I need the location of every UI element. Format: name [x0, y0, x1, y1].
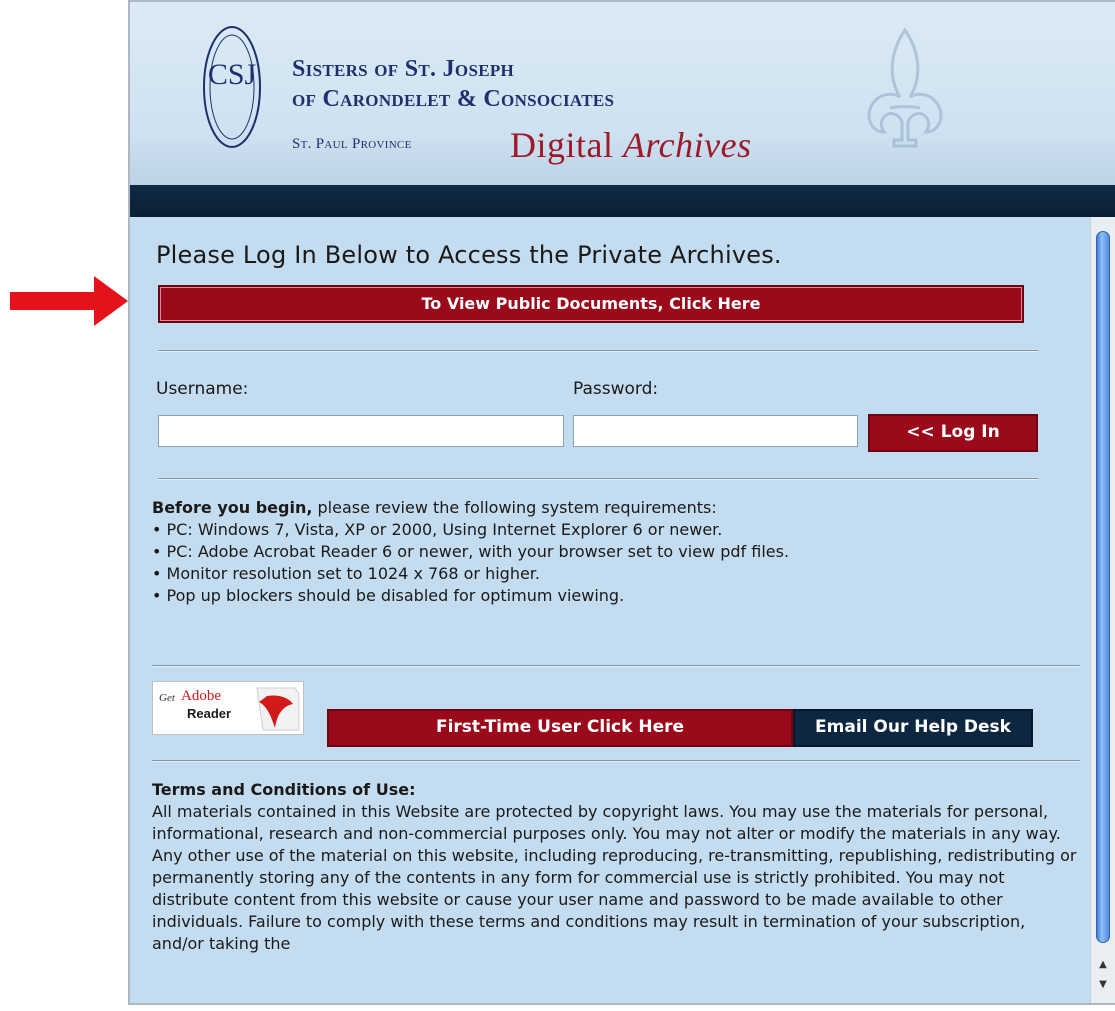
requirements-intro-bold: Before you begin,	[152, 498, 313, 517]
site-title: Digital Archives	[510, 124, 752, 166]
requirement-item: • Monitor resolution set to 1024 x 768 o…	[152, 564, 540, 583]
logo-letters: CSJ	[208, 58, 257, 91]
site-title-digital: Digital	[510, 125, 614, 165]
org-name-line1: Sisters of St. Joseph	[292, 56, 515, 82]
email-help-desk-button[interactable]: Email Our Help Desk	[793, 709, 1033, 747]
site-title-archives: Archives	[622, 125, 752, 165]
log-in-button[interactable]: << Log In	[868, 414, 1038, 452]
page-heading: Please Log In Below to Access the Privat…	[156, 241, 782, 269]
requirement-item: • PC: Windows 7, Vista, XP or 2000, Usin…	[152, 520, 723, 539]
requirements-intro-text: please review the following system requi…	[312, 498, 717, 517]
divider	[158, 350, 1038, 352]
requirement-item: • PC: Adobe Acrobat Reader 6 or newer, w…	[152, 542, 790, 561]
password-input[interactable]	[573, 415, 858, 447]
password-label: Password:	[573, 379, 659, 399]
get-adobe-reader-badge[interactable]: Get Adobe Reader	[152, 681, 304, 735]
vertical-scrollbar[interactable]: ▲ ▼	[1090, 217, 1115, 1003]
terms-title: Terms and Conditions of Use:	[152, 780, 416, 799]
view-public-documents-button[interactable]: To View Public Documents, Click Here	[158, 285, 1024, 323]
system-requirements: Before you begin, please review the foll…	[152, 497, 1072, 607]
terms-and-conditions: Terms and Conditions of Use: All materia…	[152, 779, 1077, 955]
username-label: Username:	[156, 379, 249, 399]
navigation-bar	[130, 185, 1115, 217]
browser-window: CSJ Sisters of St. Joseph of Carondelet …	[128, 0, 1115, 1005]
org-name-line2: of Carondelet & Consociates	[292, 86, 615, 112]
site-header: CSJ Sisters of St. Joseph of Carondelet …	[130, 2, 1115, 185]
first-time-user-button[interactable]: First-Time User Click Here	[327, 709, 793, 747]
login-content: Please Log In Below to Access the Privat…	[130, 217, 1090, 1003]
scroll-down-arrow-icon[interactable]: ▼	[1091, 975, 1115, 995]
adobe-brand-text: Adobe	[181, 688, 221, 704]
scrollbar-thumb[interactable]	[1096, 231, 1110, 943]
adobe-reader-icon	[256, 687, 300, 731]
csj-logo: CSJ	[203, 26, 261, 148]
adobe-reader-text: Reader	[187, 706, 232, 721]
divider	[152, 760, 1080, 762]
scroll-arrows: ▲ ▼	[1091, 955, 1115, 999]
divider	[152, 665, 1080, 667]
adobe-get-text: Get	[159, 692, 175, 704]
terms-body: All materials contained in this Website …	[152, 802, 1077, 953]
scroll-up-arrow-icon[interactable]: ▲	[1091, 955, 1115, 975]
divider	[158, 478, 1038, 480]
username-input[interactable]	[158, 415, 564, 447]
fleur-de-lis-icon	[867, 27, 943, 148]
requirement-item: • Pop up blockers should be disabled for…	[152, 586, 625, 605]
province-label: St. Paul Province	[292, 136, 412, 152]
requirements-intro: Before you begin, please review the foll…	[152, 497, 1072, 519]
organization-name: Sisters of St. Joseph of Carondelet & Co…	[292, 54, 614, 114]
annotation-arrow-icon	[10, 276, 128, 326]
